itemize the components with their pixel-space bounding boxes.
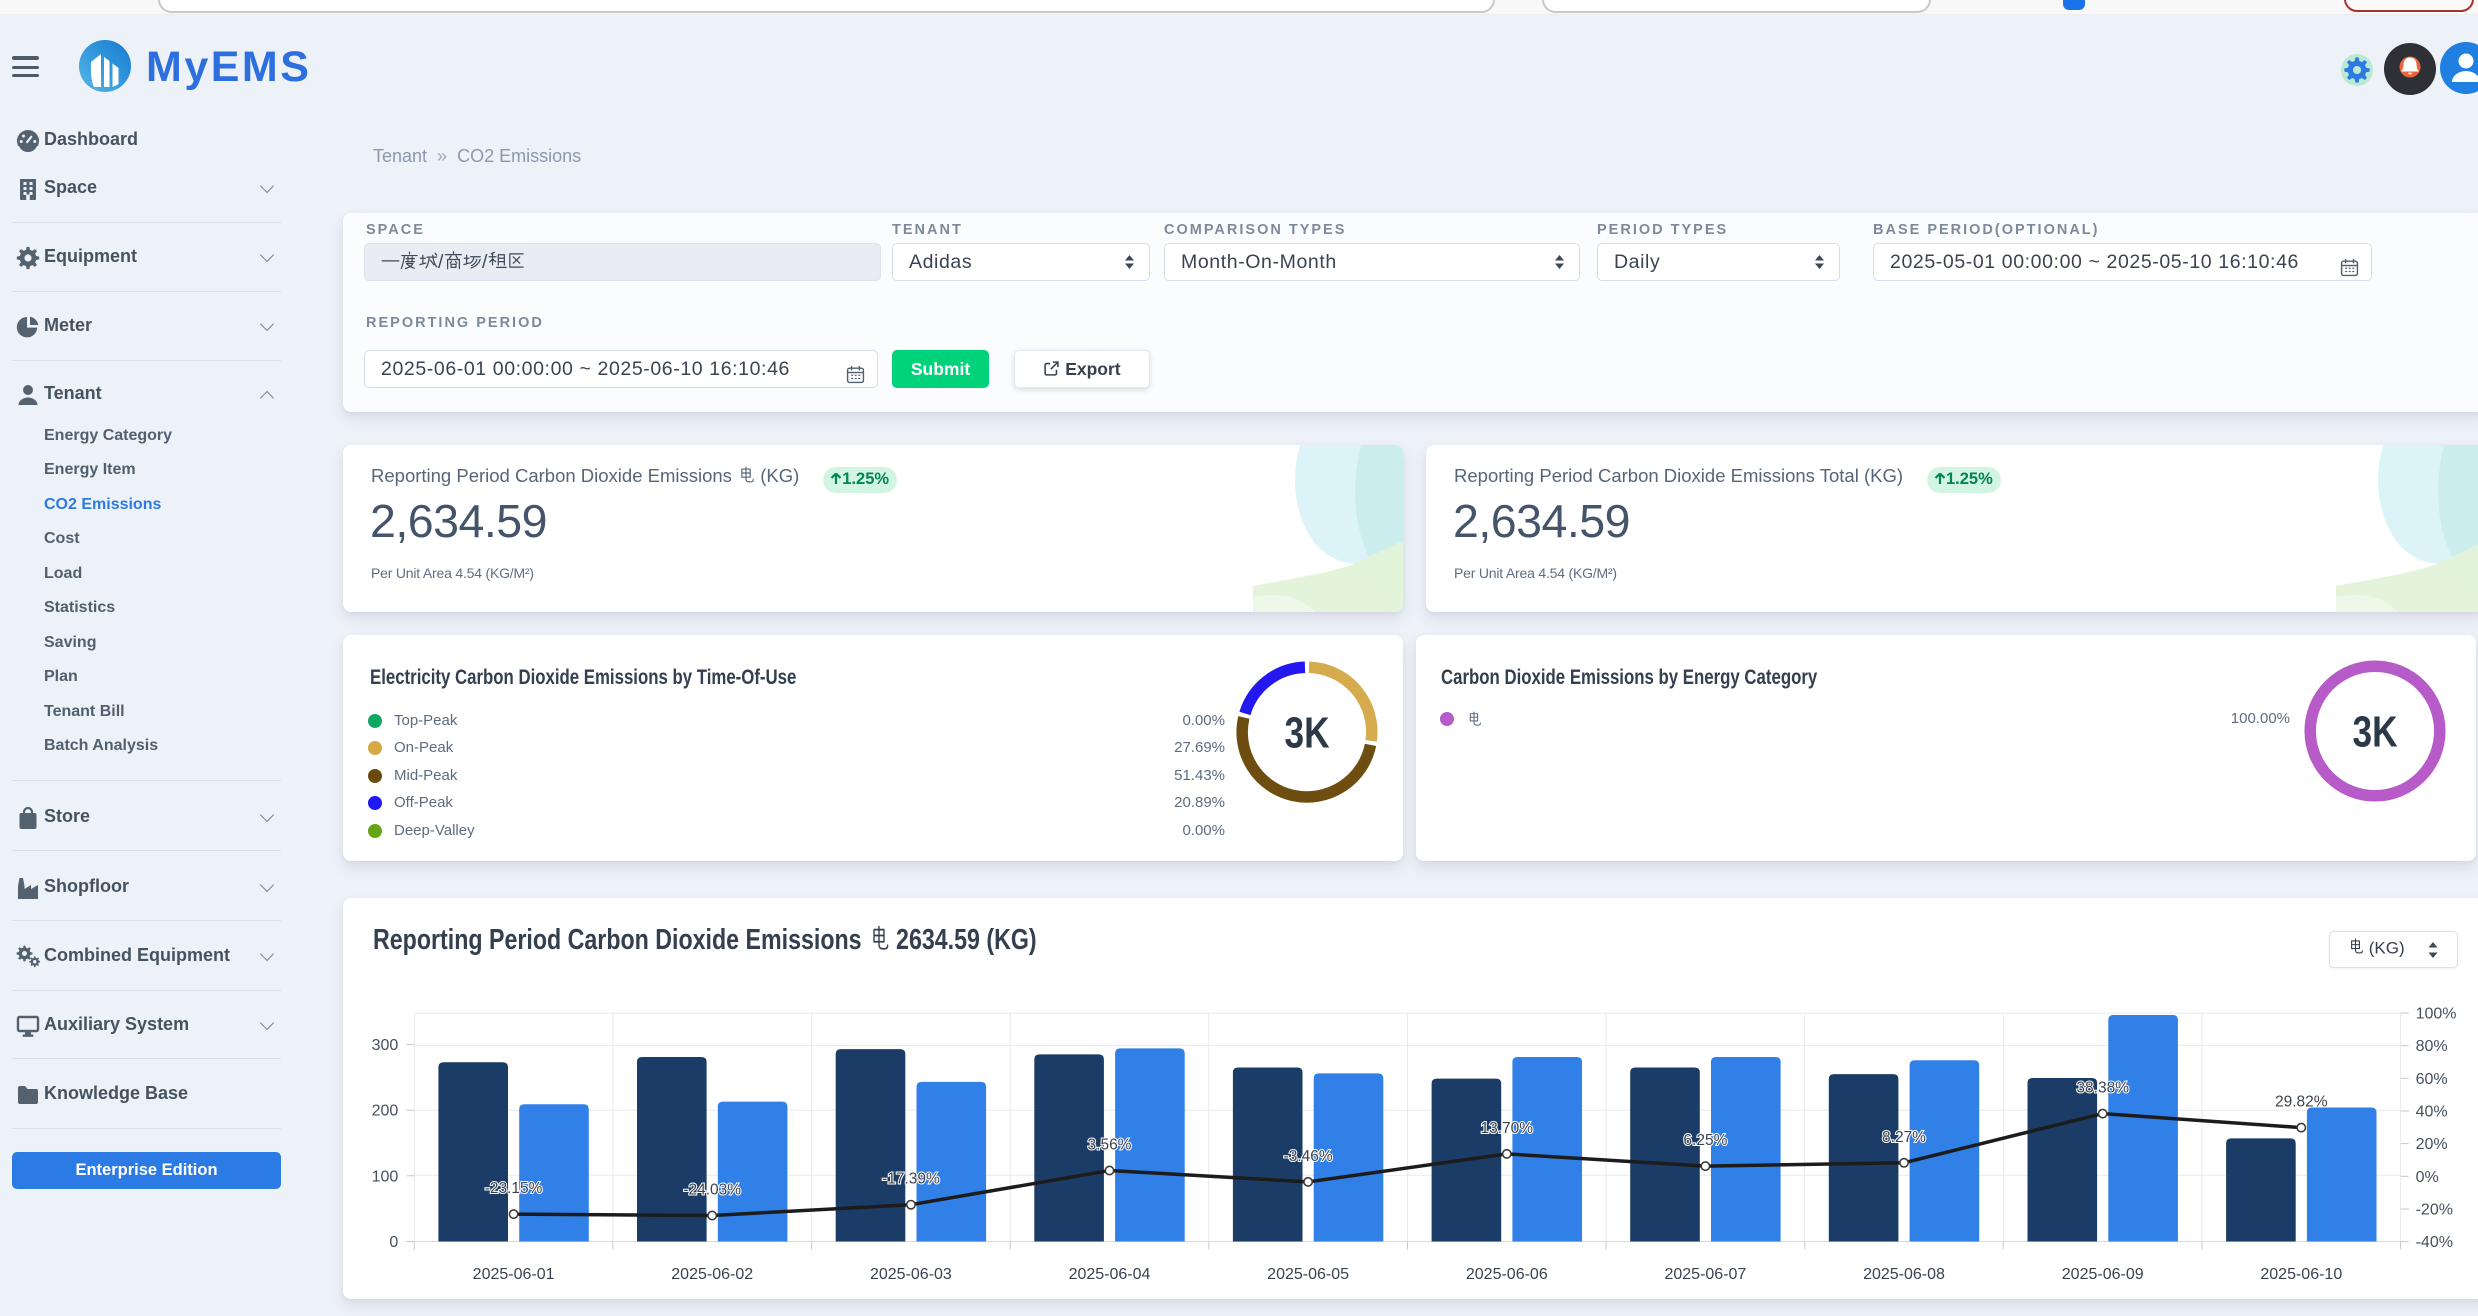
svg-text:2025-06-08: 2025-06-08: [1863, 1266, 1945, 1283]
svg-text:100: 100: [372, 1168, 399, 1185]
svg-text:-17.39%: -17.39%: [882, 1171, 940, 1188]
svg-text:2025-06-06: 2025-06-06: [1466, 1266, 1548, 1283]
svg-text:38.38%: 38.38%: [2076, 1080, 2129, 1097]
svg-text:20%: 20%: [2416, 1136, 2448, 1153]
svg-text:0: 0: [389, 1234, 398, 1251]
svg-text:29.82%: 29.82%: [2275, 1094, 2328, 1111]
svg-text:2025-06-02: 2025-06-02: [671, 1266, 753, 1283]
svg-text:6.25%: 6.25%: [1683, 1132, 1727, 1149]
svg-text:60%: 60%: [2416, 1071, 2448, 1088]
svg-text:8.27%: 8.27%: [1882, 1129, 1926, 1146]
svg-text:3K: 3K: [1285, 709, 1330, 758]
svg-text:2025-06-10: 2025-06-10: [2260, 1266, 2342, 1283]
svg-text:2025-06-03: 2025-06-03: [870, 1266, 952, 1283]
svg-text:-20%: -20%: [2416, 1202, 2453, 1219]
svg-text:2025-06-04: 2025-06-04: [1069, 1266, 1151, 1283]
svg-text:-23.15%: -23.15%: [485, 1180, 543, 1197]
svg-text:3.56%: 3.56%: [1088, 1137, 1132, 1154]
svg-text:300: 300: [372, 1037, 399, 1054]
svg-text:80%: 80%: [2416, 1038, 2448, 1055]
svg-text:-24.03%: -24.03%: [683, 1182, 741, 1199]
svg-text:2025-06-01: 2025-06-01: [473, 1266, 555, 1283]
svg-text:3K: 3K: [2353, 708, 2398, 757]
svg-text:2025-06-09: 2025-06-09: [2062, 1266, 2144, 1283]
svg-text:-3.46%: -3.46%: [1284, 1148, 1333, 1165]
svg-text:100%: 100%: [2416, 1006, 2457, 1023]
svg-text:40%: 40%: [2416, 1104, 2448, 1121]
svg-text:-40%: -40%: [2416, 1234, 2453, 1251]
svg-text:13.70%: 13.70%: [1481, 1120, 1534, 1137]
svg-text:200: 200: [372, 1103, 399, 1120]
svg-text:2025-06-05: 2025-06-05: [1267, 1266, 1349, 1283]
svg-text:2025-06-07: 2025-06-07: [1664, 1266, 1746, 1283]
svg-text:0%: 0%: [2416, 1169, 2439, 1186]
